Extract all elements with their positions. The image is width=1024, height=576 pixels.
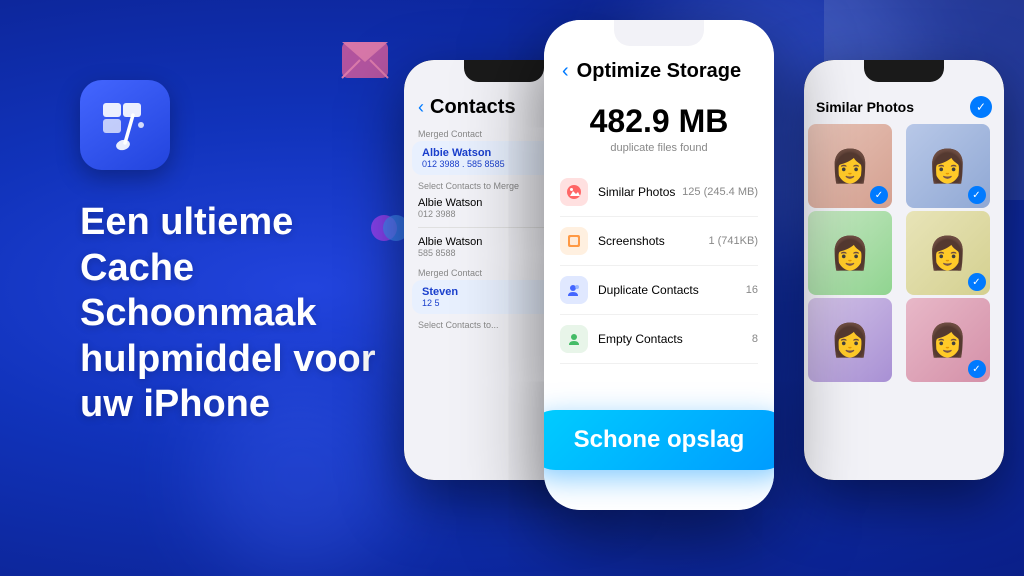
optimize-back-arrow[interactable]: ‹ (562, 60, 569, 83)
hero-line-2: Cache (80, 247, 194, 289)
photo-item-2[interactable]: 👩 ✓ (906, 124, 990, 208)
storage-size-block: 482.9 MB duplicate files found (544, 87, 774, 158)
duplicate-contacts-label: Duplicate Contacts (598, 283, 746, 297)
hero-text-block: Een ultieme Cache Schoonmaak hulpmiddel … (80, 200, 376, 428)
duplicate-contacts-count: 16 (746, 284, 758, 296)
optimize-title: Optimize Storage (577, 60, 741, 83)
hero-line-4: hulpmiddel voor (80, 338, 376, 380)
phone-left-notch (464, 60, 544, 82)
storage-value: 482.9 MB (544, 103, 774, 140)
similar-checkmark[interactable]: ✓ (970, 96, 992, 118)
phone-right: Similar Photos ✓ 👩 ✓ 👩 ✓ 👩 👩 ✓ (804, 60, 1004, 480)
phone-right-screen: Similar Photos ✓ 👩 ✓ 👩 ✓ 👩 👩 ✓ (804, 60, 1004, 480)
photo-badge-4: ✓ (968, 273, 986, 291)
storage-item-duplicate-contacts[interactable]: Duplicate Contacts 16 (560, 266, 758, 315)
photo-face-3: 👩 (808, 211, 892, 295)
photo-item-5[interactable]: 👩 (808, 298, 892, 382)
photo-item-1[interactable]: 👩 ✓ (808, 124, 892, 208)
empty-contacts-label: Empty Contacts (598, 332, 752, 346)
storage-item-photos[interactable]: Similar Photos 125 (245.4 MB) (560, 168, 758, 217)
phone-right-notch (864, 60, 944, 82)
photo-item-6[interactable]: 👩 ✓ (906, 298, 990, 382)
similar-header: Similar Photos ✓ (804, 88, 1004, 124)
photos-grid: 👩 ✓ 👩 ✓ 👩 👩 ✓ 👩 👩 (804, 124, 1004, 382)
storage-item-empty-contacts[interactable]: Empty Contacts 8 (560, 315, 758, 364)
photo-face-5: 👩 (808, 298, 892, 382)
storage-item-screenshots[interactable]: Screenshots 1 (741KB) (560, 217, 758, 266)
phone-center-screen: ‹ Optimize Storage 482.9 MB duplicate fi… (544, 20, 774, 510)
screenshots-icon (560, 227, 588, 255)
phone-center: ‹ Optimize Storage 482.9 MB duplicate fi… (544, 20, 774, 510)
cta-label: Schone opslag (574, 426, 745, 453)
screenshots-label: Screenshots (598, 234, 708, 248)
similar-photos-title: Similar Photos (816, 99, 914, 115)
cta-button[interactable]: Schone opslag (544, 410, 774, 470)
empty-contacts-count: 8 (752, 333, 758, 345)
duplicate-contacts-icon (560, 276, 588, 304)
photo-badge-1: ✓ (870, 186, 888, 204)
optimize-header: ‹ Optimize Storage (544, 50, 774, 87)
photo-badge-2: ✓ (968, 186, 986, 204)
screenshots-count: 1 (741KB) (708, 235, 758, 247)
similar-photos-label: Similar Photos (598, 185, 682, 199)
storage-items-list: Similar Photos 125 (245.4 MB) Screenshot… (544, 158, 774, 374)
photo-item-3[interactable]: 👩 (808, 211, 892, 295)
app-icon (80, 80, 170, 170)
phones-container: ‹ Contacts Merged Contact Albie Watson 0… (344, 0, 1024, 576)
storage-label: duplicate files found (544, 142, 774, 154)
contacts-title: Contacts (430, 96, 516, 119)
hero-line-3: Schoonmaak (80, 292, 317, 334)
similar-photos-icon (560, 178, 588, 206)
similar-photos-count: 125 (245.4 MB) (682, 186, 758, 198)
hero-line-5: uw iPhone (80, 383, 270, 425)
phone-center-notch (614, 20, 704, 46)
photo-item-4[interactable]: 👩 ✓ (906, 211, 990, 295)
empty-contacts-icon (560, 325, 588, 353)
contacts-back-arrow[interactable]: ‹ (418, 97, 424, 118)
photo-badge-6: ✓ (968, 360, 986, 378)
hero-line-1: Een ultieme (80, 201, 293, 243)
